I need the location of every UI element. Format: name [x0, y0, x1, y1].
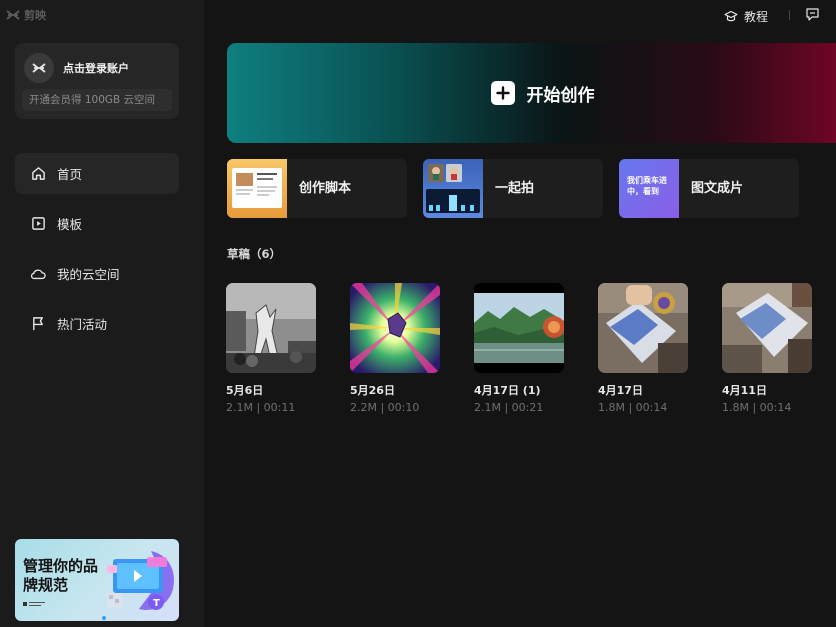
text-to-video-thumbnail: 我们乘车进中，看到	[619, 159, 679, 218]
draft-item[interactable]: 4月11日 1.8M | 00:14	[722, 283, 814, 414]
draft-date: 5月6日	[226, 384, 264, 397]
sidebar: 剪映 点击登录账户 开通会员得 100GB 云空间 首页 模板 我的云空间 热门…	[0, 0, 204, 627]
draft-date: 4月17日 (1)	[474, 384, 541, 397]
draft-date: 4月11日	[722, 384, 767, 397]
app-window: 剪映 点击登录账户 开通会员得 100GB 云空间 首页 模板 我的云空间 热门…	[0, 0, 836, 627]
quick-action-shoot-together[interactable]: 一起拍	[423, 159, 603, 218]
promo-badge: T	[153, 598, 160, 609]
drafts-section-title: 草稿（6）	[227, 247, 282, 261]
app-logo: 剪映	[6, 6, 46, 24]
draft-meta: 2.1M | 00:11	[226, 401, 296, 414]
draft-meta: 2.1M | 00:21	[474, 401, 544, 414]
vip-promo-button[interactable]: 开通会员得 100GB 云空间	[22, 89, 172, 111]
sidebar-item-label: 模板	[57, 217, 83, 232]
draft-meta: 1.8M | 00:14	[722, 401, 792, 414]
home-icon	[30, 166, 46, 182]
sidebar-item-label: 我的云空间	[57, 267, 120, 282]
sidebar-item-home[interactable]: 首页	[15, 153, 179, 194]
app-name: 剪映	[24, 9, 46, 22]
template-icon	[30, 216, 46, 232]
promo-banner-title: 管理你的品牌规范	[23, 557, 99, 594]
graduation-cap-icon	[724, 10, 738, 21]
start-create-button[interactable]: 开始创作	[227, 43, 836, 143]
draft-date: 5月26日	[350, 384, 395, 397]
draft-item[interactable]: 4月17日 1.8M | 00:14	[598, 283, 690, 414]
sidebar-item-label: 首页	[57, 167, 83, 182]
account-card[interactable]: 点击登录账户 开通会员得 100GB 云空间	[15, 43, 179, 119]
sidebar-item-events[interactable]: 热门活动	[15, 303, 179, 344]
topbar-divider	[789, 10, 790, 20]
quick-action-label: 图文成片	[691, 181, 744, 196]
tutorial-button[interactable]: 教程	[724, 6, 768, 26]
capcut-logo-icon	[6, 10, 20, 20]
tutorial-label: 教程	[744, 9, 769, 24]
plus-icon	[490, 81, 515, 105]
shoot-together-thumbnail-icon	[423, 159, 483, 218]
capcut-avatar-icon	[32, 63, 46, 73]
feedback-button[interactable]	[805, 7, 820, 26]
quick-action-text-to-video[interactable]: 我们乘车进中，看到 图文成片	[619, 159, 799, 218]
promo-banner-logo	[23, 601, 45, 609]
draft-thumbnail[interactable]	[350, 283, 440, 373]
draft-thumbnail[interactable]	[598, 283, 688, 373]
brand-mark-icon	[23, 602, 45, 606]
quick-action-label: 一起拍	[495, 181, 535, 196]
feedback-icon	[806, 8, 819, 21]
draft-thumbnail[interactable]	[722, 283, 812, 373]
draft-thumbnail[interactable]	[474, 283, 565, 373]
flag-icon	[30, 316, 46, 332]
quick-action-label: 创作脚本	[299, 181, 352, 196]
draft-item[interactable]: 5月6日 2.1M | 00:11	[226, 283, 318, 414]
promo-banner[interactable]: 管理你的品牌规范 T	[15, 539, 179, 621]
draft-meta: 2.2M | 00:10	[350, 401, 420, 414]
avatar[interactable]	[24, 53, 54, 83]
carousel-indicator[interactable]	[102, 616, 106, 620]
quick-action-script[interactable]: 创作脚本	[227, 159, 407, 218]
draft-thumbnail[interactable]	[226, 283, 316, 373]
draft-date: 4月17日	[598, 384, 643, 397]
draft-meta: 1.8M | 00:14	[598, 401, 668, 414]
sidebar-item-cloud[interactable]: 我的云空间	[15, 253, 179, 294]
brand-illustration-icon: T	[107, 551, 175, 611]
script-thumbnail-icon	[227, 159, 287, 218]
sidebar-item-label: 热门活动	[57, 317, 108, 332]
sidebar-item-template[interactable]: 模板	[15, 203, 179, 244]
draft-item[interactable]: 4月17日 (1) 2.1M | 00:21	[474, 283, 566, 414]
login-link[interactable]: 点击登录账户	[63, 60, 129, 76]
start-create-label: 开始创作	[526, 85, 595, 106]
draft-item[interactable]: 5月26日 2.2M | 00:10	[350, 283, 442, 414]
cloud-icon	[30, 266, 46, 282]
start-create-content: 开始创作	[490, 81, 595, 106]
thumbnail-text: 我们乘车进中，看到	[627, 176, 667, 196]
